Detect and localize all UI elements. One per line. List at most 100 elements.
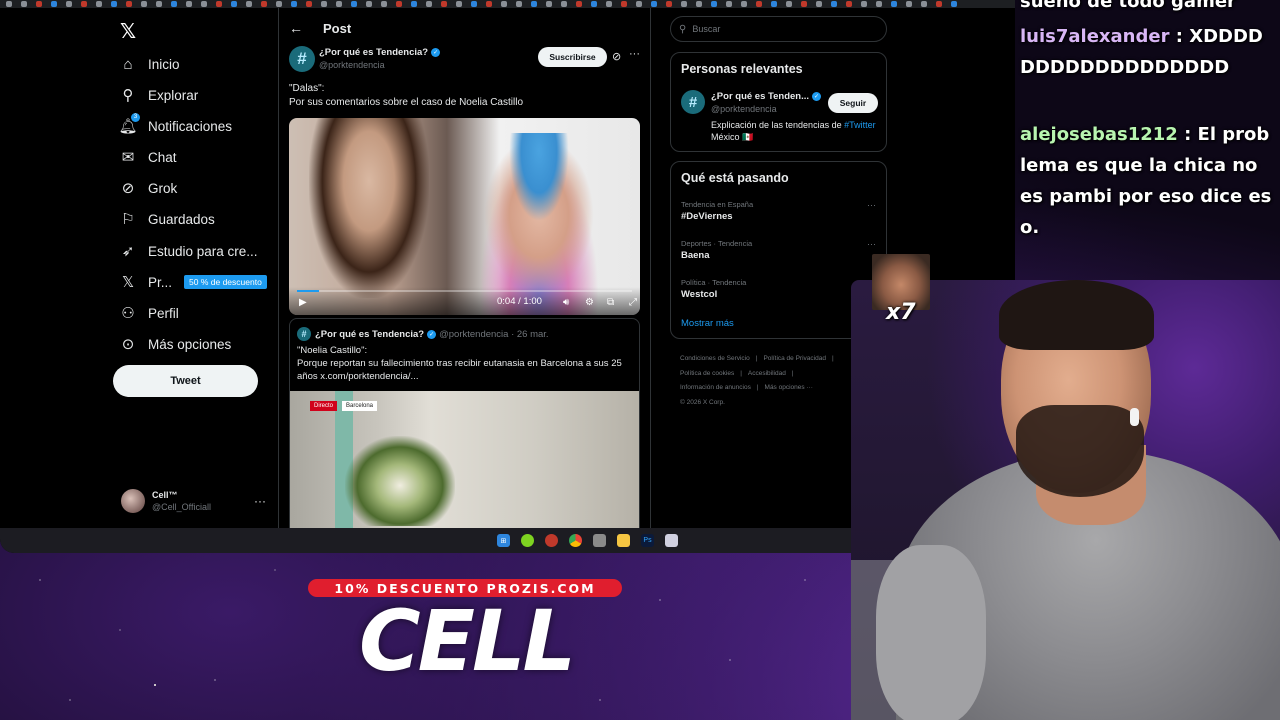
relevant-avatar[interactable]: # [681, 90, 705, 114]
grok-icon[interactable]: ⊘ [612, 50, 621, 63]
footer-separator: | [755, 355, 758, 362]
video-progress-fill [297, 290, 320, 292]
nav-item-label: Pr... [148, 274, 173, 290]
webcam-beard [1016, 405, 1144, 497]
post-text: "Dalas": Por sus comentarios sobre el ca… [289, 82, 639, 110]
more-icon[interactable]: ··· [254, 494, 266, 508]
nav-item-grok[interactable]: ⊘ Grok [119, 176, 178, 200]
back-arrow-icon[interactable]: ← [289, 20, 303, 36]
nav-item-home[interactable]: ⌂ Inicio [119, 52, 180, 76]
earbud-icon [1130, 408, 1139, 426]
account-name: Cell™ [152, 490, 178, 500]
search-box[interactable]: ⚲ [670, 16, 887, 42]
nav-item-label: Notificaciones [148, 118, 233, 134]
subscribe-button[interactable]: Suscribirse [538, 47, 607, 67]
photoshop-icon[interactable]: Ps [641, 534, 654, 547]
trend-name: #DeViernes [681, 211, 733, 222]
nav-item-chat[interactable]: ✉ Chat [119, 145, 177, 169]
footer-separator: | [740, 369, 742, 377]
footer-link[interactable]: Accesibilidad [748, 370, 786, 377]
trend-item[interactable]: Política · Tendencia Westcol ··· [681, 278, 876, 300]
quoted-image[interactable]: Directo Barcelona [290, 391, 639, 528]
webcam-hair [999, 280, 1154, 350]
show-more-link[interactable]: Mostrar más [681, 318, 734, 329]
x-logo-icon[interactable]: 𝕏 [120, 19, 136, 44]
chat-message: alejosebas1212 : El problema es que la c… [1020, 119, 1275, 243]
tweet-button[interactable]: Tweet [113, 365, 258, 397]
nav-item-explore[interactable]: ⚲ Explorar [119, 83, 199, 107]
nav-item-label: Inicio [148, 56, 180, 72]
nav-item-label: Guardados [148, 211, 215, 227]
quoted-post[interactable]: # ¿Por qué es Tendencia? ✓ @porktendenci… [289, 318, 640, 528]
account-switcher[interactable]: Cell™ @Cell_Officiall ··· [121, 488, 271, 514]
notification-badge: 3 [131, 113, 140, 122]
video-time: 0:04 / 1:00 [497, 296, 542, 307]
bell-icon: 🔔︎ 3 [118, 113, 140, 135]
app-icon[interactable] [593, 534, 606, 547]
bookmarks-bar[interactable] [0, 0, 1015, 8]
app-icon[interactable] [545, 534, 558, 547]
volume-icon[interactable]: 🔊︎ [563, 297, 569, 308]
grok-icon: ⊘ [121, 180, 135, 197]
more-circle-icon: ⊙ [121, 336, 135, 353]
picture-in-picture-icon[interactable]: ⧉ [607, 297, 614, 308]
person-icon: ⚇ [121, 305, 135, 322]
windows-start-icon[interactable]: ⊞ [497, 534, 510, 547]
nav-item-bookmarks[interactable]: ⚐ Guardados [119, 207, 215, 231]
quoted-text-line: "Noelia Castillo": [297, 345, 368, 356]
footer-link[interactable]: Política de Privacidad [763, 355, 826, 362]
app-icon[interactable] [521, 534, 534, 547]
more-icon[interactable]: ··· [867, 200, 876, 210]
more-icon[interactable]: ··· [867, 239, 876, 249]
search-input[interactable] [692, 24, 853, 34]
author-handle[interactable]: @porktendencia [319, 60, 385, 70]
footer-link[interactable]: Información de anuncios [680, 384, 751, 391]
relevant-handle: @porktendencia [711, 104, 777, 114]
footer-separator: | [831, 355, 834, 362]
quoted-author-line: ¿Por qué es Tendencia? ✓ @porktendencia … [315, 329, 549, 340]
footer-link[interactable]: Condiciones de Servicio [680, 355, 750, 362]
fullscreen-icon[interactable]: ⤢ [629, 297, 637, 308]
post-text-line: "Dalas": [289, 83, 325, 94]
post-text-line: Por sus comentarios sobre el caso de Noe… [289, 97, 523, 108]
folder-icon[interactable] [617, 534, 630, 547]
verified-badge-icon: ✓ [427, 330, 437, 339]
relevant-people-card: Personas relevantes # ¿Por qué es Tenden… [670, 52, 887, 152]
author-avatar[interactable]: # [289, 46, 315, 72]
quoted-author-name: ¿Por qué es Tendencia? [315, 329, 425, 340]
card-title: Personas relevantes [681, 62, 803, 76]
nav-item-label: Perfil [148, 305, 179, 321]
play-icon[interactable]: ▶ [299, 297, 307, 308]
trend-item[interactable]: Deportes · Tendencia Baena ··· [681, 239, 876, 261]
quoted-link[interactable]: x.com/porktendencia/... [320, 371, 418, 382]
footer-link[interactable]: Más opciones ··· [765, 384, 813, 391]
author-name[interactable]: ¿Por qué es Tendencia? ✓ [319, 47, 441, 58]
image-flowers [345, 436, 455, 526]
nav-item-profile[interactable]: ⚇ Perfil [119, 301, 179, 325]
app-icon[interactable] [665, 534, 678, 547]
verified-badge-icon: ✓ [812, 92, 822, 101]
bio-hashtag-link[interactable]: #Twitter [844, 120, 876, 130]
trend-item[interactable]: Tendencia en España #DeViernes ··· [681, 200, 876, 222]
follow-button[interactable]: Seguir [828, 93, 878, 113]
rocket-icon: ➶ [121, 243, 135, 260]
card-title: Qué está pasando [681, 171, 789, 185]
relevant-name[interactable]: ¿Por qué es Tenden... ✓ [711, 91, 822, 102]
nav-item-label: Explorar [148, 87, 199, 103]
chat-username: alejosebas1212 [1020, 124, 1178, 145]
author-name-text: ¿Por qué es Tendencia? [319, 47, 429, 58]
footer-link[interactable]: Política de cookies [680, 370, 734, 377]
settings-gear-icon[interactable]: ⚙ [585, 297, 594, 308]
footer-separator: | [791, 369, 794, 377]
more-icon[interactable]: ··· [629, 48, 640, 60]
video-player[interactable]: ▶ 0:04 / 1:00 🔊︎ ⚙ ⧉ ⤢ [289, 118, 640, 315]
chrome-icon[interactable] [569, 534, 582, 547]
nav-item-notifications[interactable]: 🔔︎ 3 Notificaciones [118, 113, 233, 138]
webcam-hood [876, 545, 986, 720]
nav-item-more-options[interactable]: ⊙ Más opciones [119, 332, 232, 356]
nav-item-premium[interactable]: 𝕏 Pr... 50 % de descuento [119, 270, 267, 294]
video-progress-bar[interactable] [297, 290, 632, 292]
stream-chat: sueño de todo gamer luis7alexander : XDD… [1018, 0, 1280, 280]
nav-item-creator-studio[interactable]: ➶ Estudio para cre... [119, 239, 258, 263]
footer-links: Condiciones de Servicio | Política de Priv… [680, 352, 880, 410]
